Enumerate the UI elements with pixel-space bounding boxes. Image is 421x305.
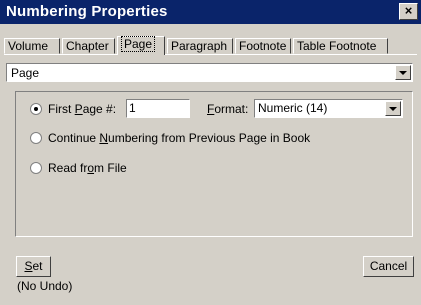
format-value: Numeric (14) [258,101,328,115]
first-page-label: First Page #: [48,102,117,116]
numbering-type-value: Page [11,66,40,80]
format-dropdown-button[interactable] [385,101,401,116]
undo-status: (No Undo) [17,279,73,293]
numbering-type-dropdown[interactable]: Page [6,63,413,82]
tab-divider [4,54,417,55]
tab-table-footnote[interactable]: Table Footnote [293,38,388,54]
tab-footnote[interactable]: Footnote [235,38,291,54]
continue-numbering-radio[interactable] [30,132,42,144]
tab-volume[interactable]: Volume [4,38,60,54]
tab-page[interactable]: Page [117,36,165,55]
window-title: Numbering Properties [6,3,168,20]
read-from-file-label: Read from File [48,161,127,175]
first-page-input[interactable]: 1 [126,99,190,118]
title-bar: Numbering Properties × [0,0,421,24]
close-button[interactable]: × [399,3,418,20]
cancel-button[interactable]: Cancel [363,256,414,277]
set-button[interactable]: Set [16,256,51,277]
format-label: Format: [207,102,249,116]
dropdown-button[interactable] [395,65,411,80]
continue-numbering-label: Continue Numbering from Previous Page in… [48,131,311,145]
first-page-radio[interactable] [30,103,42,115]
tab-chapter[interactable]: Chapter [62,38,115,54]
format-dropdown[interactable]: Numeric (14) [254,99,403,118]
chevron-down-icon [389,107,397,111]
chevron-down-icon [399,71,407,75]
tab-paragraph[interactable]: Paragraph [167,38,233,54]
tab-strip: Volume Chapter Page Paragraph Footnote T… [4,28,417,55]
close-icon: × [404,3,413,18]
read-from-file-radio[interactable] [30,162,42,174]
